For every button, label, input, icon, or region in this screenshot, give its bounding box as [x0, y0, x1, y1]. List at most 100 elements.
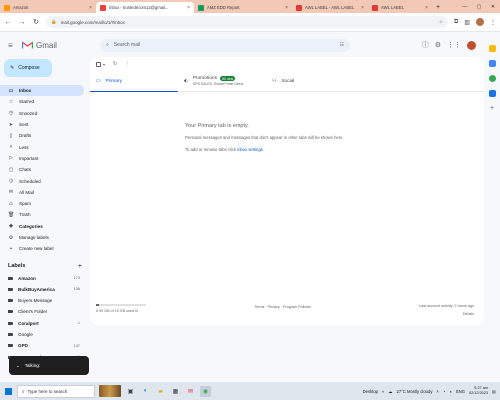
browser-tab-awl-label-2[interactable]: AWL LABEL ×	[368, 2, 432, 13]
label-tag-icon	[8, 333, 13, 337]
search-input[interactable]: Search mail	[114, 42, 335, 48]
sidebar-item-drafts[interactable]: ▯ Drafts	[0, 130, 84, 141]
sidebar-item-sent[interactable]: ➤ Sent	[0, 119, 84, 130]
label-item[interactable]: Client's Folder	[0, 306, 84, 317]
footer-links[interactable]: Terms · Privacy · Program Policies	[254, 304, 311, 316]
sidebar-item-inbox[interactable]: ▭ Inbox	[0, 85, 84, 97]
notifications-icon[interactable]: ▤	[492, 389, 496, 394]
apps-grid-icon[interactable]: ⋮⋮	[447, 41, 461, 49]
sidebar-item-all-mail[interactable]: ✉ All Mail	[0, 187, 84, 198]
browser-tab-inbox[interactable]: Inbox - trustedecom12@gmail... ×	[96, 2, 194, 13]
search-icon[interactable]: ⌕	[106, 42, 109, 48]
compose-button[interactable]: ✎ Compose	[4, 59, 52, 77]
sidebar-item-important[interactable]: ▷ Important	[0, 153, 84, 164]
browser-profile-avatar[interactable]	[476, 18, 484, 26]
label-item[interactable]: Coralport 1	[0, 318, 84, 329]
close-window-icon[interactable]: ✕	[486, 4, 500, 10]
browser-tab-amazon[interactable]: Amazon ×	[0, 2, 96, 13]
sidebar-item-label: Less	[19, 144, 29, 150]
close-tab-icon[interactable]: ×	[285, 5, 288, 11]
browser-menu-icon[interactable]: ⋮	[490, 19, 496, 26]
get-addons-icon[interactable]: +	[490, 105, 494, 112]
open-storage-icon[interactable]: ⧉	[135, 309, 138, 313]
close-tab-icon[interactable]: ×	[89, 5, 92, 11]
tray-up-icon[interactable]: ˄	[436, 389, 438, 394]
close-tab-icon[interactable]: ×	[361, 5, 364, 11]
system-clock[interactable]: 5:27 am 02/12/2023	[469, 386, 488, 396]
search-mail-box[interactable]: ⌕ Search mail ☷	[100, 38, 350, 52]
select-dropdown-icon[interactable]: ▾	[103, 62, 105, 67]
account-avatar[interactable]	[467, 40, 476, 50]
refresh-icon[interactable]: ↻	[113, 61, 117, 67]
sidebar-item-starred[interactable]: ☆ Starred	[0, 96, 84, 107]
label-item[interactable]: Google	[0, 329, 84, 340]
sidebar-item-scheduled[interactable]: ◶ Scheduled	[0, 175, 84, 186]
sidebar-item-categories[interactable]: ◈ Categories	[0, 221, 84, 232]
reload-icon[interactable]: ↻	[32, 18, 40, 26]
label-item[interactable]: Buyers Message	[0, 295, 84, 306]
file-explorer-icon[interactable]: ▰	[155, 386, 166, 397]
search-options-icon[interactable]: ☷	[340, 42, 344, 48]
talking-toast[interactable]: ⌄ Talking:	[9, 356, 89, 375]
store-icon[interactable]: ▦	[170, 386, 181, 397]
sidebar-item-trash[interactable]: 🗑 Trash	[0, 209, 84, 220]
search-highlight-image[interactable]	[99, 385, 121, 397]
more-actions-icon[interactable]: ⋮	[125, 61, 130, 67]
sidebar-item-chats[interactable]: ▢ Chats	[0, 164, 84, 175]
sidebar-item-spam[interactable]: ⚠ Spam	[0, 198, 84, 209]
toast-text: Talking:	[24, 363, 41, 368]
url-field[interactable]: 🔒 mail.google.com/mail/u/1/#inbox ☆	[46, 16, 449, 28]
main-menu-icon[interactable]: ≡	[8, 41, 18, 50]
tab-primary[interactable]: ▭ Primary	[90, 71, 178, 92]
speaker-icon[interactable]: ◖	[449, 389, 452, 394]
windows-start-icon[interactable]	[3, 386, 13, 396]
new-tab-icon[interactable]: +	[432, 2, 444, 13]
settings-gear-icon[interactable]: ⚙	[435, 41, 441, 49]
chevron-down-icon[interactable]: ⌄	[16, 363, 20, 369]
all-mail-icon: ✉	[8, 189, 14, 196]
tab-promotions[interactable]: ⬖ Promotions 50 new GPD SALES, Global Pr…	[178, 71, 266, 91]
sidebar-item-manage-labels[interactable]: ⚙ Manage labels	[0, 232, 84, 243]
taskbar-search[interactable]: ⌕ Type here to search	[17, 384, 95, 398]
sidebar-item-less[interactable]: ˄ Less	[0, 141, 84, 152]
chevron-right-icon[interactable]: »	[382, 389, 384, 394]
help-icon[interactable]: ⓘ	[422, 40, 429, 50]
maximize-icon[interactable]: ▢	[472, 4, 486, 10]
browser-tab-amz-edd[interactable]: AMZ EDD Report ×	[194, 2, 292, 13]
calendar-icon[interactable]	[488, 45, 496, 52]
sidebar-item-snoozed[interactable]: ◷ Snoozed	[0, 108, 84, 119]
label-item[interactable]: Amazon 173	[0, 272, 84, 283]
bookmark-star-icon[interactable]: ☆	[439, 19, 443, 25]
side-panel-icon[interactable]: ▥	[464, 19, 470, 26]
forward-icon[interactable]: →	[18, 19, 26, 26]
tasks-icon[interactable]	[488, 60, 496, 67]
label-item[interactable]: GPD 147	[0, 340, 84, 351]
network-icon[interactable]: ◔	[443, 389, 446, 394]
contacts-icon[interactable]	[488, 90, 496, 97]
tab-social[interactable]: ⚇ Social	[266, 71, 354, 91]
sidebar-item-create-new-label[interactable]: + Create new label	[0, 243, 84, 254]
windows-taskbar: ⌕ Type here to search ▣ ◐ ▰ ▦ ✉ ◉ Deskto…	[0, 382, 500, 400]
keep-icon[interactable]	[488, 75, 496, 82]
minimize-icon[interactable]: —	[458, 4, 472, 10]
mail-app-icon[interactable]: ✉	[185, 386, 196, 397]
chrome-icon[interactable]: ◉	[200, 385, 211, 397]
task-view-icon[interactable]: ▣	[125, 386, 136, 397]
back-icon[interactable]: ←	[4, 19, 12, 26]
close-tab-icon[interactable]: ×	[425, 5, 428, 11]
close-tab-icon[interactable]: ×	[187, 5, 190, 11]
label-item[interactable]: BulkBuyAmerica 136	[0, 284, 84, 295]
inbox-settings-link[interactable]: inbox settings.	[237, 147, 264, 152]
edge-icon[interactable]: ◐	[140, 386, 151, 397]
language-indicator[interactable]: ENG	[456, 389, 465, 394]
browser-tab-awl-label-1[interactable]: AWL LABEL - AWL LABEL ×	[292, 2, 368, 13]
add-label-icon[interactable]: +	[78, 263, 82, 270]
select-all-checkbox[interactable]	[96, 61, 101, 67]
extensions-icon[interactable]: ⧉	[454, 19, 458, 26]
gmail-logo[interactable]: Gmail	[22, 41, 90, 50]
desktop-toolbar[interactable]: Desktop	[363, 389, 378, 394]
weather-text[interactable]: 27°C Mostly cloudy	[397, 389, 433, 394]
spam-icon: ⚠	[8, 200, 14, 207]
details-link[interactable]: Details	[419, 312, 474, 316]
sidebar-item-label: Sent	[19, 122, 29, 128]
